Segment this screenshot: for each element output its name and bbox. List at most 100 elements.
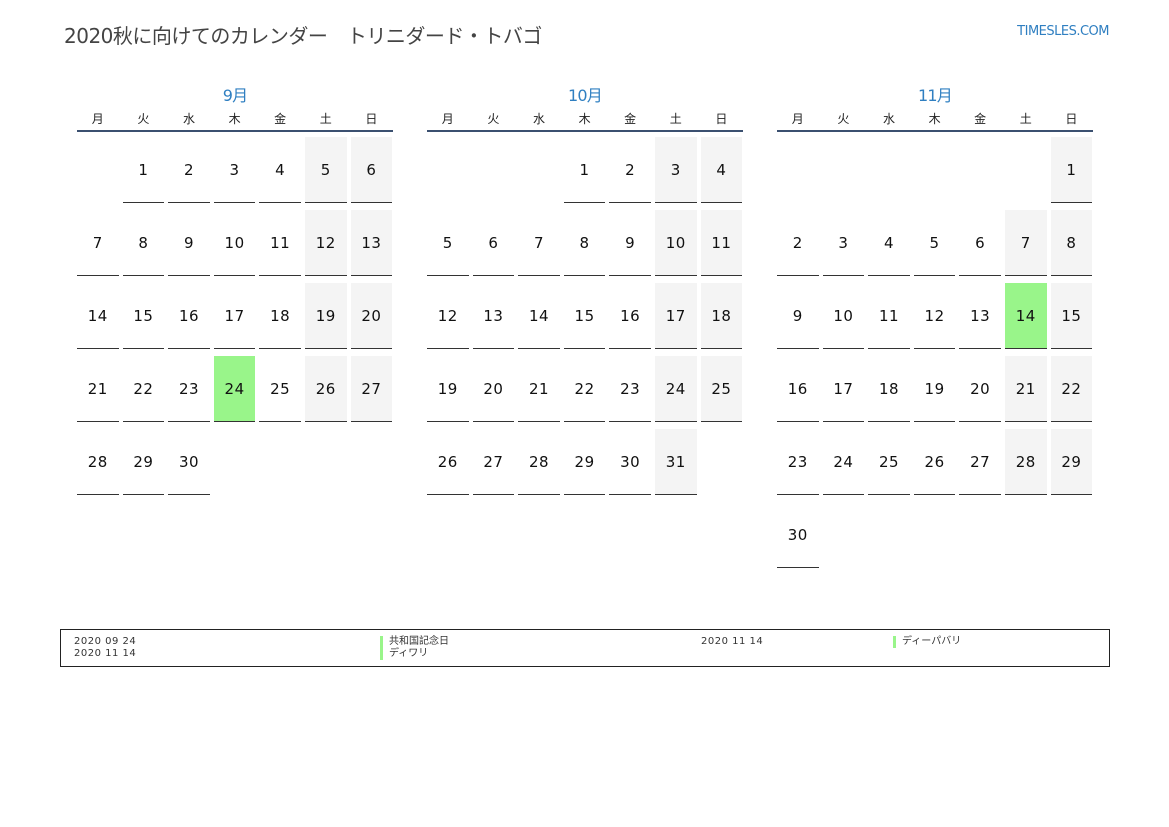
days-grid: 1 2 3 4 5 6 7 8 9 10 11 12 13 14 15 16 17 18 19 20 21 22 23 24 2… bbox=[777, 137, 1093, 575]
day-cell: 6 bbox=[472, 210, 515, 276]
day-blank bbox=[777, 137, 819, 203]
weekday-label: 金 bbox=[974, 112, 987, 126]
day-blank bbox=[914, 137, 956, 203]
day-cell: 18 bbox=[700, 283, 743, 349]
month-title: 10月 bbox=[568, 86, 603, 105]
day-cell: 13 bbox=[350, 210, 393, 276]
weekday-label: 土 bbox=[669, 112, 682, 126]
weekday-header: 月火水木金土日 bbox=[777, 108, 1093, 132]
day-cell: 2 bbox=[777, 210, 819, 276]
day-cell: 16 bbox=[777, 356, 819, 422]
day-cell: 30 bbox=[777, 502, 819, 568]
day-cell-holiday: 14 bbox=[1004, 283, 1047, 349]
day-cell: 5 bbox=[913, 210, 956, 276]
day-cell: 17 bbox=[213, 283, 256, 349]
day-cell: 10 bbox=[822, 283, 865, 349]
day-cell: 8 bbox=[122, 210, 165, 276]
day-cell: 2 bbox=[168, 137, 210, 203]
day-cell: 26 bbox=[304, 356, 347, 422]
page-title: 2020秋に向けてのカレンダー トリニダード・トバゴ bbox=[64, 24, 542, 48]
day-cell: 4 bbox=[868, 210, 910, 276]
day-cell: 8 bbox=[1050, 210, 1093, 276]
day-cell: 22 bbox=[1050, 356, 1093, 422]
day-cell: 1 bbox=[122, 137, 165, 203]
day-blank bbox=[427, 137, 469, 203]
weekday-label: 水 bbox=[182, 112, 195, 126]
day-cell: 15 bbox=[563, 283, 606, 349]
day-cell: 25 bbox=[700, 356, 743, 422]
site-link[interactable]: TIMESLES.COM bbox=[1017, 24, 1109, 39]
weekday-label: 火 bbox=[487, 112, 500, 126]
day-cell: 6 bbox=[350, 137, 393, 203]
day-cell: 16 bbox=[168, 283, 210, 349]
day-cell: 11 bbox=[259, 210, 301, 276]
day-cell: 7 bbox=[77, 210, 119, 276]
holiday-legend: 2020 09 24 共和国記念日 2020 11 14 ディワリ 2020 1… bbox=[60, 629, 1110, 667]
day-blank bbox=[823, 137, 865, 203]
days-grid: 1 2 3 4 5 6 7 8 9 10 11 12 13 14 15 16 17 18 19 20 21 22 23 24 2… bbox=[77, 137, 393, 502]
day-cell: 14 bbox=[518, 283, 560, 349]
day-cell: 10 bbox=[654, 210, 697, 276]
weekday-label: 火 bbox=[137, 112, 150, 126]
day-cell: 13 bbox=[472, 283, 515, 349]
day-cell: 3 bbox=[213, 137, 256, 203]
day-cell: 21 bbox=[77, 356, 119, 422]
month-title: 11月 bbox=[918, 86, 953, 105]
day-cell: 30 bbox=[609, 429, 651, 495]
day-cell: 22 bbox=[122, 356, 165, 422]
weekday-label: 月 bbox=[441, 112, 454, 126]
day-cell: 7 bbox=[518, 210, 560, 276]
weekday-label: 火 bbox=[837, 112, 850, 126]
day-cell: 8 bbox=[563, 210, 606, 276]
day-blank bbox=[868, 137, 910, 203]
legend-date: 2020 09 24 bbox=[74, 636, 137, 647]
day-cell: 9 bbox=[168, 210, 210, 276]
day-cell: 20 bbox=[959, 356, 1001, 422]
day-cell: 29 bbox=[122, 429, 165, 495]
day-cell: 17 bbox=[654, 283, 697, 349]
weekday-label: 土 bbox=[1019, 112, 1032, 126]
day-cell: 31 bbox=[654, 429, 697, 495]
legend-date: 2020 11 14 bbox=[74, 648, 137, 659]
day-cell: 29 bbox=[563, 429, 606, 495]
day-cell: 23 bbox=[777, 429, 819, 495]
day-cell: 19 bbox=[304, 283, 347, 349]
weekday-label: 日 bbox=[1065, 112, 1078, 126]
legend-holiday-name: ディワリ bbox=[380, 648, 428, 660]
month-november: 11月 月火水木金土日 1 2 3 4 5 6 7 8 9 10 11 12 13 14 15 16 17 18 1… bbox=[777, 84, 1093, 575]
day-cell: 11 bbox=[700, 210, 743, 276]
day-cell: 26 bbox=[913, 429, 956, 495]
month-september: 9月 月火水木金土日 1 2 3 4 5 6 7 8 9 10 11 12 13 14 15 16 17 18 19… bbox=[77, 84, 393, 502]
day-cell: 18 bbox=[259, 283, 301, 349]
day-cell: 30 bbox=[168, 429, 210, 495]
day-cell: 5 bbox=[304, 137, 347, 203]
day-cell: 2 bbox=[609, 137, 651, 203]
day-cell: 24 bbox=[654, 356, 697, 422]
day-cell: 1 bbox=[1050, 137, 1093, 203]
weekday-label: 金 bbox=[624, 112, 637, 126]
day-cell: 4 bbox=[700, 137, 743, 203]
day-cell: 11 bbox=[868, 283, 910, 349]
day-cell: 3 bbox=[654, 137, 697, 203]
legend-date: 2020 11 14 bbox=[701, 636, 764, 647]
day-cell: 4 bbox=[259, 137, 301, 203]
weekday-label: 月 bbox=[791, 112, 804, 126]
day-cell: 13 bbox=[959, 283, 1001, 349]
weekday-label: 木 bbox=[928, 112, 941, 126]
day-cell: 12 bbox=[913, 283, 956, 349]
day-cell: 25 bbox=[868, 429, 910, 495]
day-cell: 5 bbox=[427, 210, 469, 276]
day-blank bbox=[473, 137, 515, 203]
weekday-label: 木 bbox=[578, 112, 591, 126]
weekday-label: 土 bbox=[319, 112, 332, 126]
day-cell: 27 bbox=[472, 429, 515, 495]
day-cell: 1 bbox=[563, 137, 606, 203]
weekday-header: 月火水木金土日 bbox=[77, 108, 393, 132]
day-blank bbox=[959, 137, 1001, 203]
legend-holiday-name: 共和国記念日 bbox=[380, 636, 449, 648]
day-cell: 10 bbox=[213, 210, 256, 276]
day-cell: 6 bbox=[959, 210, 1001, 276]
weekday-label: 日 bbox=[715, 112, 728, 126]
day-cell: 20 bbox=[350, 283, 393, 349]
day-cell: 17 bbox=[822, 356, 865, 422]
